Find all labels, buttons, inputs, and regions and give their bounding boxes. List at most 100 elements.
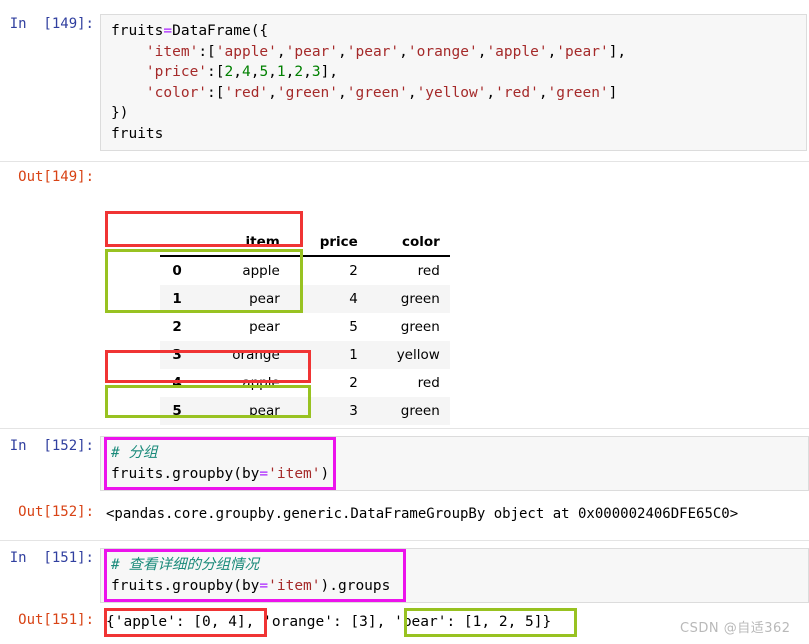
code-key-color: 'color' — [145, 84, 208, 101]
code-token-dataframe: DataFrame({ — [172, 23, 269, 39]
cell-divider-2 — [0, 428, 809, 429]
csdn-watermark: CSDN @自适362 — [680, 621, 791, 636]
cell-price: 2 — [349, 263, 358, 279]
code-line3-end: ], — [320, 64, 339, 80]
code-price-n3: 5 — [259, 64, 269, 80]
cell-divider-3 — [0, 540, 809, 541]
dataframe-table: item price color 0 apple 2 red 1 pear 4 … — [160, 228, 450, 425]
code-comma: , — [276, 43, 286, 60]
cell-item: orange — [232, 347, 280, 363]
row-index: 4 — [172, 375, 182, 391]
code-comma: , — [547, 43, 557, 60]
group-orange-text: 'orange': [3], — [254, 614, 395, 630]
code-key-item: 'item' — [145, 43, 199, 60]
row-index: 5 — [172, 403, 182, 419]
text-output-152: <pandas.core.groupby.generic.DataFrameGr… — [100, 502, 809, 526]
code-line6: fruits — [111, 125, 164, 142]
cell-item: apple — [242, 375, 280, 391]
code-151-str: 'item' — [268, 577, 321, 594]
col-header-price: price — [289, 228, 368, 257]
cell-divider-1 — [0, 161, 809, 162]
cell-price: 1 — [349, 347, 358, 363]
notebook-cell-in-151[interactable]: In [151]: # 查看详细的分组情况 fruits.groupby(by=… — [0, 548, 809, 603]
col-header-item: item — [195, 228, 290, 257]
code-comma: , — [338, 43, 347, 60]
code-color-v6: 'green' — [547, 84, 609, 101]
cell-price: 2 — [349, 375, 358, 391]
code-indent-3 — [111, 64, 146, 80]
col-header-index — [160, 228, 196, 257]
code-comma: , — [486, 84, 496, 101]
code-editor-152[interactable]: # 分组 fruits.groupby(by='item') — [100, 436, 809, 491]
code-comma: , — [233, 64, 242, 80]
code-comma: , — [268, 84, 277, 101]
row-index: 1 — [172, 291, 182, 307]
code-price-n6: 3 — [311, 64, 321, 80]
dataframe-head: item price color — [160, 228, 450, 257]
code-color-v1: 'red' — [224, 84, 269, 101]
cell-color: red — [417, 375, 440, 391]
notebook-cell-in-152[interactable]: In [152]: # 分组 fruits.groupby(by='item') — [0, 436, 809, 491]
prompt-in-152: In [152]: — [9, 438, 94, 454]
code-152-str: 'item' — [268, 465, 321, 482]
code-comma: , — [538, 84, 548, 101]
notebook-cell-in-149[interactable]: In [149]: fruits=DataFrame({ 'item':['ap… — [0, 14, 809, 151]
col-header-color: color — [367, 228, 450, 257]
code-price-n4: 1 — [276, 64, 286, 80]
table-header-row: item price color — [160, 228, 450, 257]
code-item-v4: 'orange' — [407, 43, 478, 60]
code-price-n2: 4 — [241, 64, 251, 80]
code-151-a: fruits.groupby(by — [111, 577, 260, 594]
cell-price: 4 — [349, 291, 358, 307]
code-punct-4: :[ — [207, 84, 225, 101]
code-comma: , — [399, 43, 408, 60]
cell-item: apple — [242, 263, 280, 279]
dataframe-wrapper: item price color 0 apple 2 red 1 pear 4 … — [160, 188, 450, 465]
table-row: 3 orange 1 yellow — [160, 341, 450, 369]
dataframe-body: 0 apple 2 red 1 pear 4 green 2 pear 5 gr… — [160, 256, 450, 425]
code-token-assign: = — [163, 23, 173, 39]
code-token-fruits: fruits — [111, 23, 164, 39]
code-line5: }) — [111, 105, 129, 121]
prompt-out-149: Out[149]: — [18, 169, 94, 185]
code-comment-151: # 查看详细的分组情况 — [111, 557, 259, 573]
row-index: 0 — [172, 263, 182, 279]
code-editor-151[interactable]: # 查看详细的分组情况 fruits.groupby(by='item').gr… — [100, 548, 809, 603]
table-row: 1 pear 4 green — [160, 285, 450, 313]
table-row: 5 pear 3 green — [160, 397, 450, 425]
row-index: 2 — [172, 319, 182, 335]
code-color-v2: 'green' — [276, 84, 338, 101]
prompt-in-151: In [151]: — [9, 550, 94, 566]
table-row: 0 apple 2 red — [160, 256, 450, 285]
code-key-price: 'price' — [145, 64, 208, 80]
code-item-v5: 'apple' — [486, 43, 548, 60]
cell-color: green — [400, 291, 440, 307]
cell-item: pear — [249, 291, 280, 307]
code-editor-149[interactable]: fruits=DataFrame({ 'item':['apple','pear… — [100, 14, 807, 151]
code-comma: , — [303, 64, 312, 80]
code-item-v2: 'pear' — [285, 43, 339, 60]
code-punct-2: :[ — [198, 43, 216, 60]
cell-color: green — [400, 319, 440, 335]
row-index: 3 — [172, 347, 182, 363]
code-price-n5: 2 — [294, 64, 304, 80]
code-152-b: ) — [320, 465, 330, 482]
code-152-a: fruits.groupby(by — [111, 465, 260, 482]
notebook-cell-out-152: Out[152]: <pandas.core.groupby.generic.D… — [0, 502, 809, 526]
code-comma: , — [338, 84, 347, 101]
group-pear-text: 'pear': [1, 2, 5]} — [394, 614, 552, 630]
cell-item: pear — [249, 403, 280, 419]
table-row: 2 pear 5 green — [160, 313, 450, 341]
code-151-op: = — [259, 577, 269, 594]
cell-color: green — [400, 403, 440, 419]
code-color-v4: 'yellow' — [416, 84, 487, 101]
code-indent-2 — [111, 44, 146, 60]
code-line4-end: ] — [608, 84, 618, 101]
code-color-v3: 'green' — [346, 84, 408, 101]
code-item-v3: 'pear' — [346, 43, 400, 60]
code-item-v1: 'apple' — [215, 43, 277, 60]
code-color-v5: 'red' — [495, 84, 539, 101]
code-indent-4 — [111, 85, 146, 101]
prompt-out-151: Out[151]: — [18, 612, 94, 628]
cell-price: 3 — [349, 403, 358, 419]
